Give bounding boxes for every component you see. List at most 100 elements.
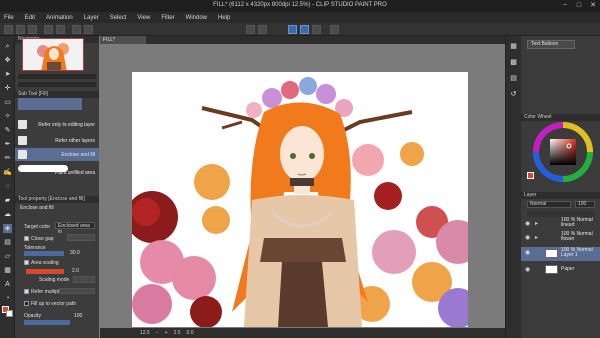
clear-icon[interactable]	[72, 25, 81, 34]
pencil-tool-icon[interactable]: ✏	[3, 154, 12, 163]
scaling-mode-select[interactable]	[73, 276, 95, 283]
layer-row[interactable]: ◉ ▸ 100 % Normal flower	[521, 232, 600, 243]
layer-panel-title: Layer	[521, 192, 600, 199]
layer-opacity[interactable]: 100	[575, 201, 595, 208]
fill-tool-icon[interactable]: ◈	[3, 224, 12, 233]
snap-ruler-icon[interactable]	[288, 25, 297, 34]
angle-value[interactable]: 0.0	[187, 330, 194, 336]
subtool-item[interactable]: Refer only to editing layer	[15, 118, 99, 131]
zoom-value[interactable]: 12.5	[140, 330, 150, 336]
eye-icon[interactable]: ◉	[525, 234, 530, 241]
maximize-button[interactable]: □	[574, 1, 584, 10]
material-icon[interactable]: ▦	[509, 42, 518, 51]
layer-row[interactable]: ◉ ▸ 100 % Normal lineart	[521, 218, 600, 229]
subtool-group-fill[interactable]	[18, 98, 82, 110]
pen-tool-icon[interactable]: ✒	[3, 140, 12, 149]
balloon-tool-icon[interactable]: ◔	[3, 294, 12, 303]
snap-grid-icon[interactable]	[312, 25, 321, 34]
transform-icon[interactable]	[84, 25, 93, 34]
eye-icon[interactable]: ◉	[525, 249, 530, 256]
refer-multiple-row: Refer multiple	[15, 287, 99, 296]
undo-icon[interactable]	[44, 25, 53, 34]
menu-select[interactable]: Select	[110, 15, 127, 21]
redo-icon[interactable]	[56, 25, 65, 34]
folder-icon: ▸	[535, 221, 539, 227]
navigator-zoom-slider[interactable]	[18, 74, 96, 79]
eraser-tool-icon[interactable]: ▰	[3, 196, 12, 205]
selection-tool-icon[interactable]: ▭	[3, 98, 12, 107]
menu-window[interactable]: Window	[186, 15, 207, 21]
tolerance-value: 30.0	[70, 250, 80, 256]
fill-vector-checkbox[interactable]	[24, 301, 29, 306]
grid-icon[interactable]	[330, 25, 339, 34]
color-wheel[interactable]	[533, 122, 593, 182]
navigator-rotate-slider[interactable]	[18, 82, 96, 87]
folder-icon: ▸	[535, 235, 539, 241]
text-tool-icon[interactable]: A	[3, 280, 12, 289]
gradient-tool-icon[interactable]: ▤	[3, 238, 12, 247]
opacity-slider[interactable]	[24, 320, 70, 325]
target-color-row: Target color Enclosed area in	[15, 222, 99, 235]
airbrush-tool-icon[interactable]: ◌	[3, 182, 12, 191]
snap-special-ruler-icon[interactable]	[300, 25, 309, 34]
title-bar: FILL* (6112 x 4320px 800dpi 12.5%) - CLI…	[0, 0, 600, 12]
layer-row[interactable]: ◉ Paper	[521, 264, 600, 276]
canvas[interactable]	[132, 72, 468, 327]
menu-layer[interactable]: Layer	[84, 15, 99, 21]
palette-icon[interactable]: ▩	[509, 58, 518, 67]
save-icon[interactable]	[28, 25, 37, 34]
eyedropper-tool-icon[interactable]: ✎	[3, 126, 12, 135]
brush-tool-icon[interactable]: ✍	[3, 168, 12, 177]
new-file-icon[interactable]	[4, 25, 13, 34]
refer-multiple-options[interactable]	[59, 288, 95, 294]
zoom-out-icon[interactable]: −	[156, 330, 159, 336]
figure-tool-icon[interactable]: ▱	[3, 252, 12, 261]
move-tool-icon[interactable]: ✥	[3, 56, 12, 65]
subtool-item[interactable]: Enclose and fill	[15, 148, 99, 161]
set-icon[interactable]: ▤	[509, 74, 518, 83]
zoom-tool-icon[interactable]: ⌕	[3, 42, 12, 51]
window-title: FILL* (6112 x 4320px 800dpi 12.5%) - CLI…	[213, 2, 387, 8]
canvas-tab-bar	[100, 36, 520, 44]
subtool-item[interactable]: Paint unfilled area	[15, 162, 99, 176]
target-color-select[interactable]: Enclosed area in	[55, 222, 95, 235]
snap-icon[interactable]	[246, 25, 255, 34]
history-icon[interactable]: ↺	[509, 90, 518, 99]
right-main-color[interactable]	[527, 172, 534, 179]
bucket-icon	[18, 120, 27, 129]
refer-multiple-checkbox[interactable]	[24, 289, 29, 294]
open-file-icon[interactable]	[16, 25, 25, 34]
operation-tool-icon[interactable]: ➤	[3, 70, 12, 79]
text-balloon-tab[interactable]: Text Balloon	[527, 40, 575, 49]
frame-tool-icon[interactable]: ▦	[3, 266, 12, 275]
menu-view[interactable]: View	[137, 15, 150, 21]
menu-help[interactable]: Help	[218, 15, 230, 21]
lasso-bucket-icon	[18, 150, 27, 159]
minimize-button[interactable]: −	[560, 1, 570, 10]
area-scaling-slider[interactable]	[26, 269, 64, 274]
close-gap-setting[interactable]	[67, 234, 95, 241]
menu-animation[interactable]: Animation	[46, 15, 73, 21]
eye-icon[interactable]: ◉	[525, 220, 530, 227]
move-layer-tool-icon[interactable]: ✛	[3, 84, 12, 93]
blend-mode-select[interactable]: Normal	[527, 201, 571, 208]
selection-launcher-icon[interactable]	[258, 25, 267, 34]
menu-edit[interactable]: Edit	[25, 15, 35, 21]
auto-select-tool-icon[interactable]: ✧	[3, 112, 12, 121]
menu-filter[interactable]: Filter	[161, 15, 174, 21]
command-bar	[0, 23, 600, 36]
tolerance-slider[interactable]	[24, 251, 64, 256]
subtool-item[interactable]: Refer other layers	[15, 134, 99, 147]
close-gap-checkbox[interactable]	[24, 236, 29, 241]
menu-file[interactable]: File	[4, 15, 14, 21]
layer-row[interactable]: ◉ 100 % Normal Layer 1	[521, 247, 600, 261]
canvas-tab[interactable]: FILL*	[100, 36, 146, 44]
zoom-in-icon[interactable]: +	[165, 330, 168, 336]
eye-icon[interactable]: ◉	[525, 266, 530, 273]
area-scaling-checkbox[interactable]	[24, 260, 29, 265]
navigator-preview[interactable]	[22, 38, 84, 71]
sub-color-swatch[interactable]	[6, 310, 13, 317]
toolprop-tool-name: Enclose and fill	[20, 205, 54, 211]
blend-tool-icon[interactable]: ☁	[3, 210, 12, 219]
close-button[interactable]: ✕	[588, 1, 598, 10]
